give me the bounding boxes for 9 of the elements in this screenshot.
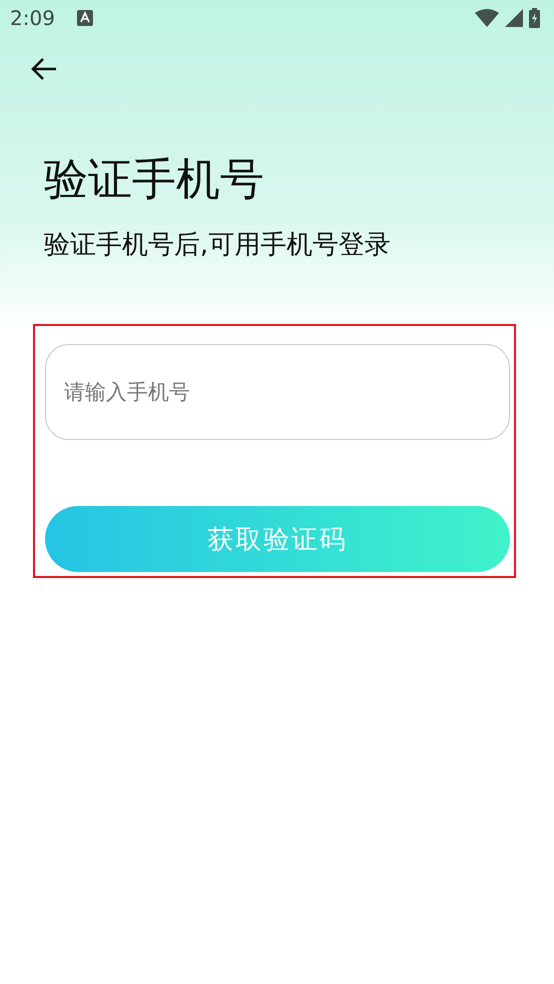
battery-icon xyxy=(529,8,540,28)
page-title: 验证手机号 xyxy=(44,153,265,207)
keyboard-icon xyxy=(76,10,93,26)
phone-input-field[interactable]: 请输入手机号 xyxy=(45,344,510,440)
signal-icon xyxy=(505,9,523,27)
status-time: 2:09 xyxy=(10,6,55,30)
page-subtitle: 验证手机号后,可用手机号登录 xyxy=(44,229,392,262)
get-code-button[interactable]: 获取验证码 xyxy=(45,506,510,572)
wifi-icon xyxy=(475,9,499,27)
